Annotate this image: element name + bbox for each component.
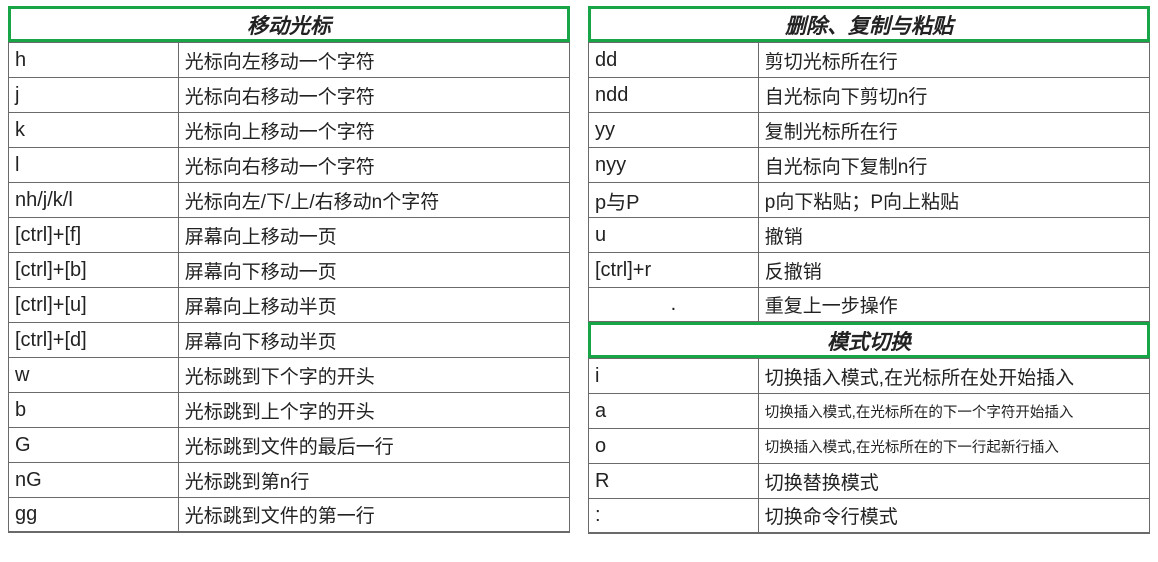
desc-cell: 切换插入模式,在光标所在处开始插入 (759, 359, 1149, 393)
right-a-section-header: 删除、复制与粘贴 (588, 6, 1150, 42)
desc-cell: 屏幕向上移动一页 (179, 218, 569, 252)
table-row: k光标向上移动一个字符 (9, 112, 569, 147)
table-row: p与Pp向下粘贴；P向上粘贴 (589, 182, 1149, 217)
table-row: yy复制光标所在行 (589, 112, 1149, 147)
desc-cell: 光标向上移动一个字符 (179, 113, 569, 147)
desc-cell: 光标跳到文件的最后一行 (179, 428, 569, 462)
desc-cell: 光标向右移动一个字符 (179, 148, 569, 182)
table-row: [ctrl]+[b]屏幕向下移动一页 (9, 252, 569, 287)
key-cell: nh/j/k/l (9, 183, 179, 217)
table-row: dd剪切光标所在行 (589, 42, 1149, 77)
key-cell: [ctrl]+[u] (9, 288, 179, 322)
key-cell: . (589, 288, 759, 321)
table-row: u撤销 (589, 217, 1149, 252)
key-cell: [ctrl]+[b] (9, 253, 179, 287)
table-row: nyy自光标向下复制n行 (589, 147, 1149, 182)
key-cell: nyy (589, 148, 759, 182)
key-cell: dd (589, 43, 759, 77)
key-cell: [ctrl]+[d] (9, 323, 179, 357)
key-cell: w (9, 358, 179, 392)
table-row: [ctrl]+r反撤销 (589, 252, 1149, 287)
desc-cell: 复制光标所在行 (759, 113, 1149, 147)
table-row: j光标向右移动一个字符 (9, 77, 569, 112)
key-cell: b (9, 393, 179, 427)
desc-cell: 光标跳到下个字的开头 (179, 358, 569, 392)
desc-cell: 屏幕向下移动半页 (179, 323, 569, 357)
desc-cell: 光标向左/下/上/右移动n个字符 (179, 183, 569, 217)
left-column: 移动光标 h光标向左移动一个字符j光标向右移动一个字符k光标向上移动一个字符l光… (8, 6, 570, 562)
key-cell: o (589, 429, 759, 463)
table-row: l光标向右移动一个字符 (9, 147, 569, 182)
desc-cell: 切换插入模式,在光标所在的下一行起新行插入 (759, 429, 1149, 463)
desc-cell: 光标向右移动一个字符 (179, 78, 569, 112)
desc-cell: 反撤销 (759, 253, 1149, 287)
desc-cell: 自光标向下剪切n行 (759, 78, 1149, 112)
table-row: w光标跳到下个字的开头 (9, 357, 569, 392)
desc-cell: 屏幕向下移动一页 (179, 253, 569, 287)
table-row: nG光标跳到第n行 (9, 462, 569, 497)
desc-cell: 光标跳到第n行 (179, 463, 569, 497)
table-row: .重复上一步操作 (589, 287, 1149, 322)
right-b-section-header: 模式切换 (588, 322, 1150, 358)
table-row: [ctrl]+[d]屏幕向下移动半页 (9, 322, 569, 357)
key-cell: gg (9, 498, 179, 531)
key-cell: j (9, 78, 179, 112)
desc-cell: 光标跳到文件的第一行 (179, 498, 569, 531)
key-cell: a (589, 394, 759, 428)
key-cell: u (589, 218, 759, 252)
key-cell: nG (9, 463, 179, 497)
table-row: h光标向左移动一个字符 (9, 42, 569, 77)
key-cell: p与P (589, 183, 759, 217)
desc-cell: 光标跳到上个字的开头 (179, 393, 569, 427)
desc-cell: 撤销 (759, 218, 1149, 252)
desc-cell: 光标向左移动一个字符 (179, 43, 569, 77)
desc-cell: p向下粘贴；P向上粘贴 (759, 183, 1149, 217)
table-row: :切换命令行模式 (589, 498, 1149, 533)
right-b-panel: i切换插入模式,在光标所在处开始插入a切换插入模式,在光标所在的下一个字符开始插… (588, 358, 1150, 534)
left-section-header: 移动光标 (8, 6, 570, 42)
desc-cell: 重复上一步操作 (759, 288, 1149, 321)
key-cell: l (9, 148, 179, 182)
table-row: gg光标跳到文件的第一行 (9, 497, 569, 532)
table-row: o切换插入模式,在光标所在的下一行起新行插入 (589, 428, 1149, 463)
table-row: nh/j/k/l光标向左/下/上/右移动n个字符 (9, 182, 569, 217)
key-cell: h (9, 43, 179, 77)
desc-cell: 剪切光标所在行 (759, 43, 1149, 77)
left-panel: h光标向左移动一个字符j光标向右移动一个字符k光标向上移动一个字符l光标向右移动… (8, 42, 570, 533)
table-row: i切换插入模式,在光标所在处开始插入 (589, 358, 1149, 393)
right-column: 删除、复制与粘贴 dd剪切光标所在行ndd自光标向下剪切n行yy复制光标所在行n… (588, 6, 1150, 562)
table-row: a切换插入模式,在光标所在的下一个字符开始插入 (589, 393, 1149, 428)
table-row: R切换替换模式 (589, 463, 1149, 498)
key-cell: G (9, 428, 179, 462)
right-a-panel: dd剪切光标所在行ndd自光标向下剪切n行yy复制光标所在行nyy自光标向下复制… (588, 42, 1150, 323)
key-cell: yy (589, 113, 759, 147)
key-cell: k (9, 113, 179, 147)
desc-cell: 自光标向下复制n行 (759, 148, 1149, 182)
key-cell: [ctrl]+r (589, 253, 759, 287)
desc-cell: 切换插入模式,在光标所在的下一个字符开始插入 (759, 394, 1149, 428)
key-cell: ndd (589, 78, 759, 112)
table-row: ndd自光标向下剪切n行 (589, 77, 1149, 112)
desc-cell: 切换替换模式 (759, 464, 1149, 498)
table-row: [ctrl]+[f]屏幕向上移动一页 (9, 217, 569, 252)
key-cell: R (589, 464, 759, 498)
key-cell: [ctrl]+[f] (9, 218, 179, 252)
key-cell: i (589, 359, 759, 393)
table-row: [ctrl]+[u]屏幕向上移动半页 (9, 287, 569, 322)
desc-cell: 屏幕向上移动半页 (179, 288, 569, 322)
page: 移动光标 h光标向左移动一个字符j光标向右移动一个字符k光标向上移动一个字符l光… (0, 0, 1158, 562)
desc-cell: 切换命令行模式 (759, 499, 1149, 532)
table-row: b光标跳到上个字的开头 (9, 392, 569, 427)
table-row: G光标跳到文件的最后一行 (9, 427, 569, 462)
key-cell: : (589, 499, 759, 532)
